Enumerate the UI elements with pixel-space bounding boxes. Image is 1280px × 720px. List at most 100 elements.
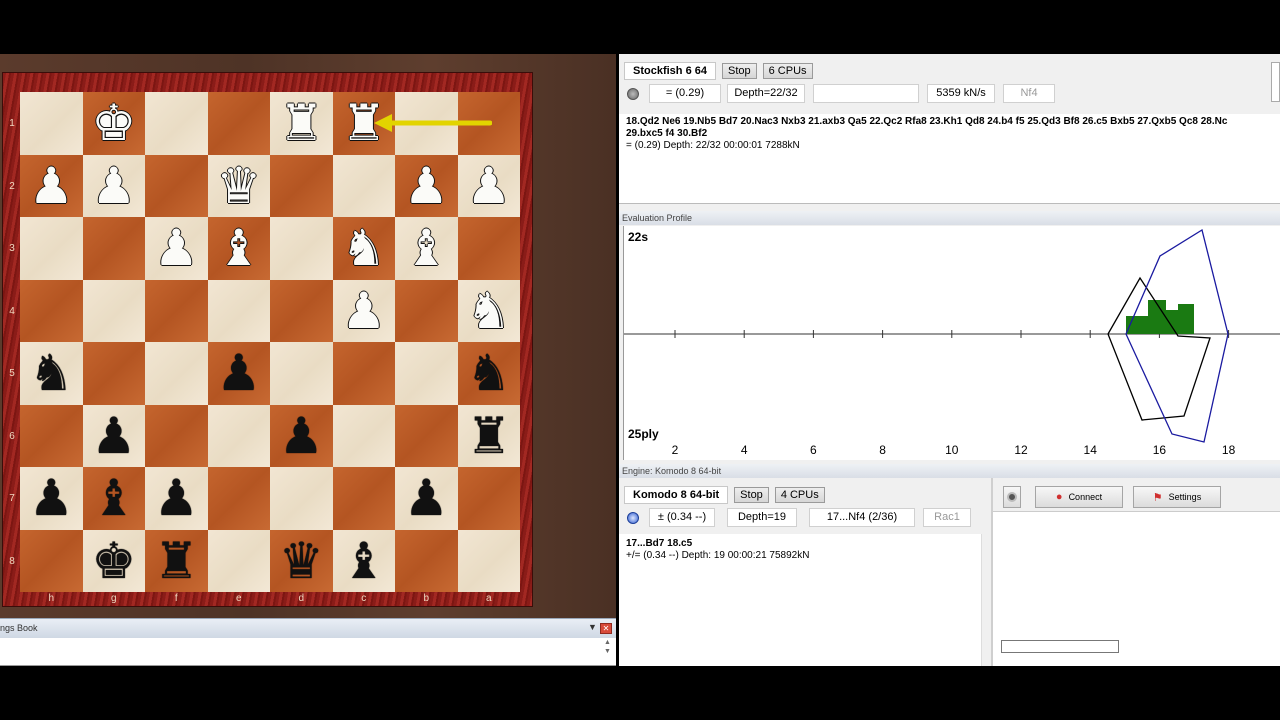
square-f8[interactable]: ♜ — [145, 529, 208, 592]
white-pawn-icon[interactable]: ♟ — [404, 161, 449, 211]
square-d7[interactable] — [270, 467, 333, 530]
square-f2[interactable] — [145, 154, 208, 217]
square-h4[interactable] — [20, 279, 83, 342]
square-a2[interactable]: ♟ — [457, 154, 520, 217]
square-b1[interactable] — [395, 92, 458, 155]
square-d8[interactable]: ♛ — [270, 529, 333, 592]
white-queen-icon[interactable]: ♛ — [216, 161, 261, 211]
square-h3[interactable] — [20, 217, 83, 280]
white-pawn-icon[interactable]: ♟ — [29, 161, 74, 211]
engine-name-tab[interactable]: Stockfish 6 64 — [624, 62, 716, 80]
square-g1[interactable]: ♚ — [82, 92, 145, 155]
square-g8[interactable]: ♚ — [82, 529, 145, 592]
engine-name-tab[interactable]: Komodo 8 64-bit — [624, 486, 729, 504]
black-bishop-icon[interactable]: ♝ — [341, 536, 386, 586]
openings-book-body[interactable] — [0, 638, 616, 666]
record-button[interactable] — [1003, 486, 1021, 508]
square-b2[interactable]: ♟ — [395, 154, 458, 217]
square-e8[interactable] — [207, 529, 270, 592]
black-pawn-icon[interactable]: ♟ — [279, 411, 324, 461]
white-rook-icon[interactable]: ♜ — [279, 98, 324, 148]
square-f7[interactable]: ♟ — [145, 467, 208, 530]
white-knight-icon[interactable]: ♞ — [341, 223, 386, 273]
scrollbar-icon[interactable] — [1271, 62, 1280, 102]
square-a6[interactable]: ♜ — [457, 404, 520, 467]
book-scrollbar[interactable]: ▲ ▼ — [604, 638, 614, 666]
black-pawn-icon[interactable]: ♟ — [91, 411, 136, 461]
square-c3[interactable]: ♞ — [332, 217, 395, 280]
cpus-button[interactable]: 6 CPUs — [762, 63, 813, 79]
text-input[interactable] — [1001, 640, 1119, 653]
white-knight-icon[interactable]: ♞ — [466, 286, 511, 336]
square-d1[interactable]: ♜ — [270, 92, 333, 155]
square-e2[interactable]: ♛ — [207, 154, 270, 217]
status-dot-icon[interactable] — [627, 512, 639, 524]
square-d5[interactable] — [270, 342, 333, 405]
panel-scrollbar[interactable] — [981, 534, 991, 666]
chessboard[interactable]: ♚ ♜ ♜ ♟ ♟ ♛ ♟ ♟ ♟ ♝ ♞ ♝ ♟ ♞ ♞ ♟ ♞ ♟ ♟ ♜ ♟ ♝ ♟ ♟ ♚ ♜ ♛ ♝ — [20, 92, 520, 592]
square-g5[interactable] — [82, 342, 145, 405]
square-e7[interactable] — [207, 467, 270, 530]
black-pawn-icon[interactable]: ♟ — [154, 473, 199, 523]
square-c1[interactable]: ♜ — [332, 92, 395, 155]
white-pawn-icon[interactable]: ♟ — [91, 161, 136, 211]
white-king-icon[interactable]: ♚ — [91, 98, 136, 148]
square-a8[interactable] — [457, 529, 520, 592]
square-g7[interactable]: ♝ — [82, 467, 145, 530]
square-d2[interactable] — [270, 154, 333, 217]
connect-button[interactable]: ● Connect — [1035, 486, 1123, 508]
square-g6[interactable]: ♟ — [82, 404, 145, 467]
square-h7[interactable]: ♟ — [20, 467, 83, 530]
square-e5[interactable]: ♟ — [207, 342, 270, 405]
square-b7[interactable]: ♟ — [395, 467, 458, 530]
square-g3[interactable] — [82, 217, 145, 280]
square-f3[interactable]: ♟ — [145, 217, 208, 280]
black-bishop-icon[interactable]: ♝ — [91, 473, 136, 523]
square-c7[interactable] — [332, 467, 395, 530]
square-d4[interactable] — [270, 279, 333, 342]
black-queen-icon[interactable]: ♛ — [279, 536, 324, 586]
square-a3[interactable] — [457, 217, 520, 280]
square-e4[interactable] — [207, 279, 270, 342]
square-h1[interactable] — [20, 92, 83, 155]
square-h8[interactable] — [20, 529, 83, 592]
white-rook-icon[interactable]: ♜ — [341, 98, 386, 148]
square-d6[interactable]: ♟ — [270, 404, 333, 467]
square-g2[interactable]: ♟ — [82, 154, 145, 217]
black-rook-icon[interactable]: ♜ — [154, 536, 199, 586]
square-e6[interactable] — [207, 404, 270, 467]
close-icon[interactable]: ✕ — [600, 623, 612, 634]
stop-button[interactable]: Stop — [721, 63, 757, 79]
black-knight-icon[interactable]: ♞ — [466, 348, 511, 398]
square-f5[interactable] — [145, 342, 208, 405]
status-dot-icon[interactable] — [627, 88, 639, 100]
square-c5[interactable] — [332, 342, 395, 405]
square-h2[interactable]: ♟ — [20, 154, 83, 217]
square-b5[interactable] — [395, 342, 458, 405]
white-pawn-icon[interactable]: ♟ — [466, 161, 511, 211]
square-f1[interactable] — [145, 92, 208, 155]
white-bishop-icon[interactable]: ♝ — [404, 223, 449, 273]
square-d3[interactable] — [270, 217, 333, 280]
black-rook-icon[interactable]: ♜ — [466, 411, 511, 461]
square-f4[interactable] — [145, 279, 208, 342]
square-g4[interactable] — [82, 279, 145, 342]
cpus-button[interactable]: 4 CPUs — [774, 487, 825, 503]
square-e1[interactable] — [207, 92, 270, 155]
square-c4[interactable]: ♟ — [332, 279, 395, 342]
square-b3[interactable]: ♝ — [395, 217, 458, 280]
square-a5[interactable]: ♞ — [457, 342, 520, 405]
square-a4[interactable]: ♞ — [457, 279, 520, 342]
square-a7[interactable] — [457, 467, 520, 530]
white-bishop-icon[interactable]: ♝ — [216, 223, 261, 273]
square-h6[interactable] — [20, 404, 83, 467]
square-c6[interactable] — [332, 404, 395, 467]
white-pawn-icon[interactable]: ♟ — [154, 223, 199, 273]
dropdown-arrow-icon[interactable]: ▼ — [588, 622, 597, 632]
square-e3[interactable]: ♝ — [207, 217, 270, 280]
square-f6[interactable] — [145, 404, 208, 467]
black-pawn-icon[interactable]: ♟ — [216, 348, 261, 398]
square-h5[interactable]: ♞ — [20, 342, 83, 405]
black-knight-icon[interactable]: ♞ — [29, 348, 74, 398]
black-king-icon[interactable]: ♚ — [91, 536, 136, 586]
